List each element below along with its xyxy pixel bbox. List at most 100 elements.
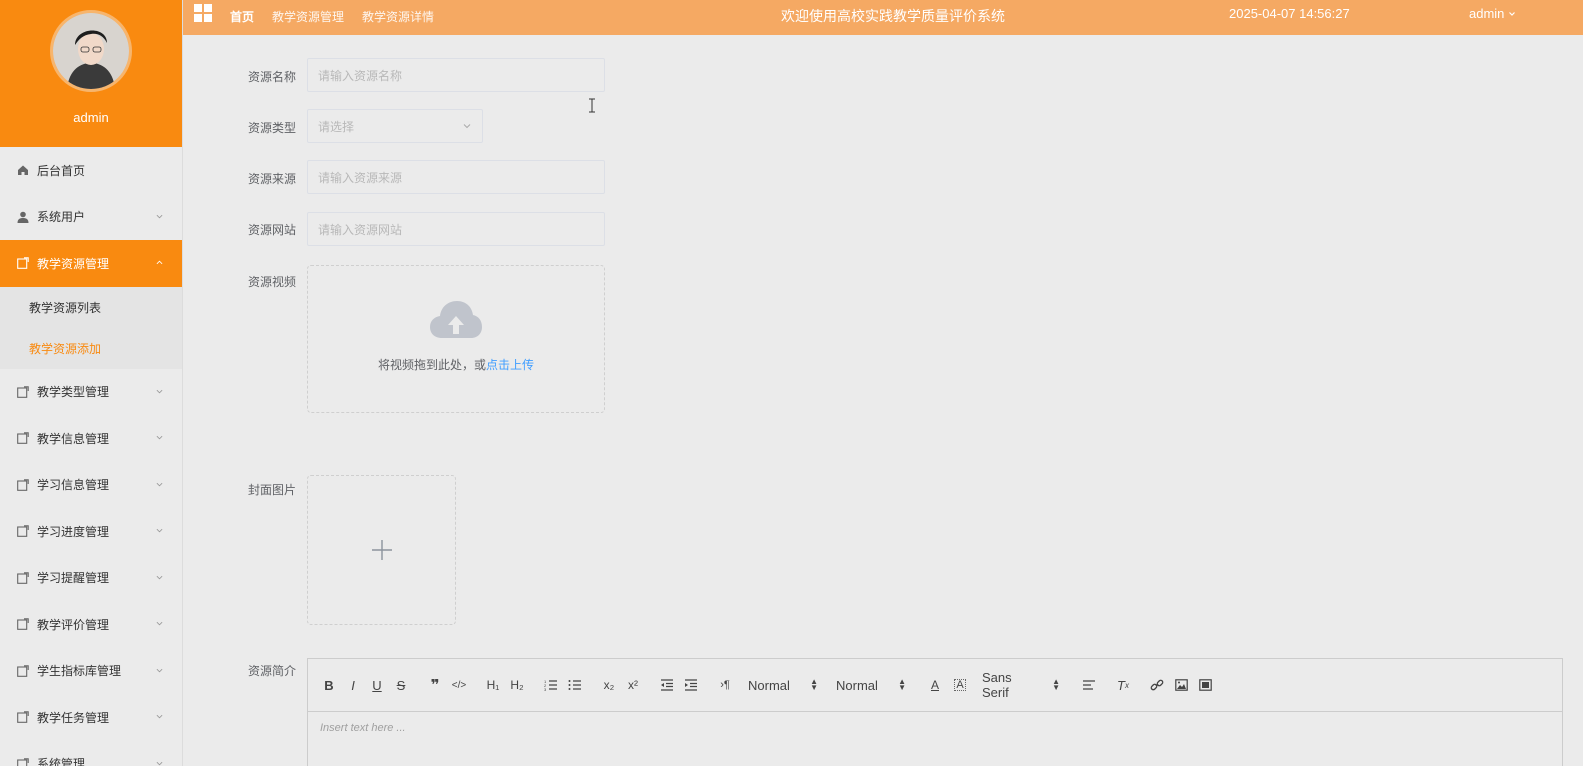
resource-site-label: 资源网站: [248, 223, 297, 237]
breadcrumb-resource-management[interactable]: 教学资源管理: [272, 8, 344, 25]
sidebar-item-label: 学生指标库管理: [37, 664, 122, 679]
chevron-down-icon: [463, 124, 471, 129]
submenu-teaching-resources: 教学资源列表 教学资源添加: [0, 286, 182, 369]
blockquote-button[interactable]: ❞: [424, 673, 446, 697]
edit-icon: [17, 525, 29, 538]
heading-2-button[interactable]: H₂: [506, 673, 528, 697]
cover-image-label: 封面图片: [248, 483, 297, 497]
header-select[interactable]: Normal ▲ ▼: [748, 678, 818, 693]
chevron-down-icon: [156, 668, 163, 673]
resource-name-input[interactable]: 请输入资源名称: [307, 58, 605, 92]
sidebar-item-system-management[interactable]: 系统管理: [0, 741, 182, 766]
outdent-icon[interactable]: [656, 673, 678, 697]
clear-format-button[interactable]: Tx: [1112, 673, 1134, 697]
resource-source-label: 资源来源: [248, 172, 297, 186]
header-select-value: Normal: [748, 677, 790, 693]
editor-content[interactable]: Insert text here ...: [308, 712, 1562, 744]
avatar[interactable]: [50, 10, 132, 92]
breadcrumb-home[interactable]: 首页: [230, 8, 254, 25]
edit-icon: [17, 572, 29, 584]
sidebar-item-learning-reminders[interactable]: 学习提醒管理: [0, 555, 182, 602]
breadcrumb: 首页 教学资源管理 教学资源详情: [230, 8, 452, 25]
sidebar-item-label: 系统用户: [37, 210, 86, 225]
code-block-button[interactable]: </>: [448, 673, 470, 697]
size-select[interactable]: Normal ▲ ▼: [836, 678, 906, 693]
breadcrumb-resource-detail: 教学资源详情: [362, 10, 435, 24]
italic-button[interactable]: I: [342, 673, 364, 697]
sidebar: admin 后台首页 系统用户 教学资源管理 教学资源列表 教学资源添加 教学类…: [0, 0, 183, 766]
text-direction-button[interactable]: ›¶: [714, 673, 736, 697]
updown-icon: ▲ ▼: [898, 677, 906, 692]
sidebar-item-label: 教学资源管理: [37, 256, 110, 271]
resource-site-input[interactable]: 请输入资源网站: [307, 212, 605, 246]
sidebar-item-teaching-resources[interactable]: 教学资源管理: [0, 240, 182, 287]
sidebar-item-teaching-info[interactable]: 教学信息管理: [0, 415, 182, 462]
link-icon[interactable]: [1146, 673, 1168, 697]
video-upload-dropzone[interactable]: 将视频拖到此处，或点击上传: [307, 265, 605, 413]
resource-name-label: 资源名称: [248, 70, 297, 84]
superscript-button[interactable]: x²: [622, 673, 644, 697]
edit-icon: [17, 257, 29, 270]
upload-cloud-icon: [430, 301, 482, 338]
sidebar-item-label: 教学信息管理: [37, 431, 110, 446]
heading-1-button[interactable]: H₁: [482, 673, 504, 697]
sidebar-item-label: 教学任务管理: [37, 710, 110, 725]
size-select-value: Normal: [836, 677, 878, 693]
chevron-down-icon: [156, 575, 163, 580]
indent-icon[interactable]: [680, 673, 702, 697]
sidebar-item-learning-progress[interactable]: 学习进度管理: [0, 508, 182, 555]
sidebar-item-label: 教学评价管理: [37, 617, 110, 632]
image-icon[interactable]: [1170, 673, 1192, 697]
apps-grid-icon[interactable]: [194, 4, 212, 22]
cover-image-uploader[interactable]: [307, 475, 456, 625]
chevron-up-icon: [156, 260, 163, 265]
chevron-down-icon: [156, 529, 163, 533]
resource-video-label: 资源视频: [248, 275, 297, 289]
home-icon: [17, 164, 29, 176]
rich-text-editor[interactable]: B I U S ❞ </> H₁ H₂ 123 x₂ x² ›¶ Normal …: [307, 658, 1563, 766]
sidebar-item-label: 学习提醒管理: [37, 571, 110, 586]
text-cursor-icon: [589, 98, 595, 113]
bullet-list-icon[interactable]: [564, 673, 586, 697]
datetime: 2025-04-07 14:56:27: [1229, 6, 1350, 21]
editor-toolbar: B I U S ❞ </> H₁ H₂ 123 x₂ x² ›¶ Normal …: [308, 659, 1562, 712]
sidebar-item-teaching-tasks[interactable]: 教学任务管理: [0, 694, 182, 741]
resource-source-input[interactable]: 请输入资源来源: [307, 160, 605, 194]
sidebar-item-student-indicators[interactable]: 学生指标库管理: [0, 648, 182, 695]
topbar: 首页 教学资源管理 教学资源详情 欢迎使用高校实践教学质量评价系统 2025-0…: [183, 0, 1583, 35]
sidebar-item-label: 学习进度管理: [37, 524, 110, 539]
align-icon[interactable]: [1078, 673, 1100, 697]
video-icon[interactable]: [1194, 673, 1216, 697]
sidebar-item-label: 后台首页: [37, 163, 86, 178]
sidebar-item-home[interactable]: 后台首页: [0, 147, 182, 194]
sidebar-item-teaching-types[interactable]: 教学类型管理: [0, 369, 182, 416]
user-dropdown[interactable]: admin: [1469, 6, 1516, 21]
resource-type-select[interactable]: 请选择: [307, 109, 483, 143]
upload-hint-text: 将视频拖到此处，或: [377, 358, 486, 372]
edit-icon: [17, 479, 29, 491]
edit-icon: [17, 432, 29, 445]
subscript-button[interactable]: x₂: [598, 673, 620, 697]
sidebar-item-learning-info[interactable]: 学习信息管理: [0, 462, 182, 509]
upload-click-link[interactable]: 点击上传: [486, 358, 534, 372]
font-select[interactable]: Sans Serif ▲ ▼: [982, 670, 1060, 700]
submenu-item-resource-add[interactable]: 教学资源添加: [0, 328, 182, 369]
sidebar-item-teaching-evaluation[interactable]: 教学评价管理: [0, 601, 182, 648]
user-icon: [17, 211, 29, 223]
chevron-down-icon: [156, 389, 163, 394]
sidebar-username: admin: [73, 110, 109, 125]
bold-button[interactable]: B: [318, 673, 340, 697]
ordered-list-icon[interactable]: 123: [540, 673, 562, 697]
strike-button[interactable]: S: [390, 673, 412, 697]
submenu-item-resource-list[interactable]: 教学资源列表: [0, 287, 182, 328]
profile-header: admin: [0, 0, 182, 147]
user-dropdown-label: admin: [1469, 6, 1505, 21]
updown-icon: ▲ ▼: [1052, 677, 1060, 692]
chevron-down-icon: [156, 622, 163, 626]
chevron-down-icon: [156, 436, 163, 440]
sidebar-item-system-users[interactable]: 系统用户: [0, 194, 182, 241]
text-color-button[interactable]: A: [924, 673, 946, 697]
sidebar-item-label: 学习信息管理: [37, 478, 110, 493]
background-color-button[interactable]: A: [954, 679, 966, 691]
underline-button[interactable]: U: [366, 673, 388, 697]
